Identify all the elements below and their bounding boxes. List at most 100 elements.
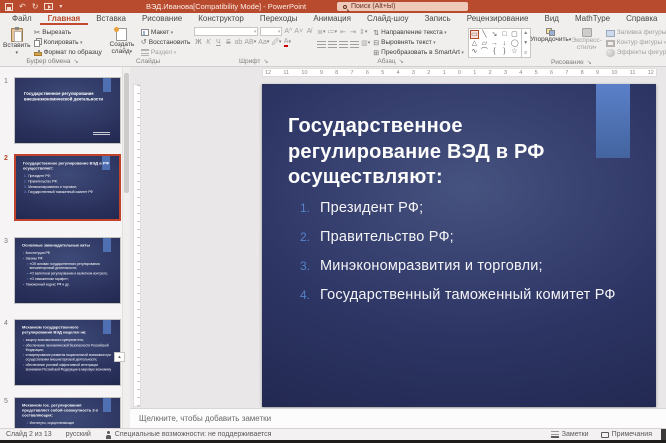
layout-button[interactable]: Макет [141,28,191,37]
paste-button[interactable]: Вставить [3,27,31,57]
shape-icon[interactable]: ╲ [481,31,488,38]
accessibility-indicator[interactable]: Специальные возможности: не поддерживает… [105,431,272,439]
underline-button[interactable]: Ч [214,38,222,47]
paragraph-dialog-launcher-icon[interactable]: ↘ [399,58,404,65]
increase-indent-button[interactable]: ⇥ [349,28,357,37]
change-case-button[interactable]: Аа [258,38,269,47]
copy-button[interactable]: Копировать [34,38,102,47]
thumbnail-scrollbar[interactable] [122,67,130,428]
notes-toggle-button[interactable]: Заметки [551,431,589,438]
tab-анимация[interactable]: Анимация [305,13,359,25]
format-painter-button[interactable]: Формат по образцу [34,48,102,57]
thumbnail-scroll-button[interactable]: ▴ [114,352,125,362]
shape-fill-button[interactable]: Заливка фигуры [606,28,666,37]
shape-icon[interactable]: ∿ [471,48,478,55]
shrink-font-button[interactable]: А˅ [294,27,303,36]
slide-list-item[interactable]: 3.Минэкономразвития и торговли; [300,258,640,274]
redo-icon[interactable]: ↻ [32,3,39,11]
notes-pane[interactable]: Щелкните, чтобы добавить заметки [130,408,666,428]
arrange-button[interactable]: Упорядочить [534,27,568,44]
tab-запись[interactable]: Запись [416,13,458,25]
align-left-button[interactable] [317,41,326,48]
tab-рецензирование[interactable]: Рецензирование [459,13,537,25]
align-text-button[interactable]: ⊟Выровнять текст [373,38,464,47]
shapes-gallery-scroll[interactable]: ▲▼≡ [521,29,530,57]
columns-button[interactable]: ▥ [361,39,370,48]
shape-icon[interactable]: → [491,40,498,47]
italic-button[interactable]: К [204,38,212,47]
quick-styles-button[interactable]: Экспресс-стили [571,27,603,52]
shape-icon[interactable]: ⌒ [481,48,488,55]
shape-icon[interactable]: ▢ [511,31,518,38]
tab-вставка[interactable]: Вставка [88,13,134,25]
shape-icon[interactable]: { [491,48,498,55]
save-icon[interactable] [5,3,13,11]
shape-effects-button[interactable]: Эффекты фигуры [606,48,666,57]
align-center-button[interactable] [328,41,337,48]
font-name-combobox[interactable] [194,27,258,36]
clipboard-dialog-launcher-icon[interactable]: ↘ [74,58,79,65]
section-button[interactable]: Раздел [141,48,191,57]
numbering-button[interactable]: ≔ [328,28,338,37]
bold-button[interactable]: Ж [194,38,202,47]
tab-переходы[interactable]: Переходы [252,13,306,25]
tab-рисование[interactable]: Рисование [134,13,190,25]
tab-главная[interactable]: Главная [40,13,89,25]
shape-outline-button[interactable]: Контур фигуры [606,38,666,47]
bullets-button[interactable]: ≣ [317,28,325,37]
tab-файл[interactable]: Файл [4,13,40,25]
font-color-button[interactable]: А [283,38,291,47]
tab-конструктор[interactable]: Конструктор [190,13,252,25]
undo-icon[interactable]: ↶ [19,3,26,11]
shape-icon[interactable]: } [501,48,508,55]
new-slide-button[interactable]: Создать слайд [106,27,138,56]
character-spacing-button[interactable]: АВ [244,38,256,47]
slide-thumbnail-1[interactable]: 1Государственное регулирование внешнеэко… [14,77,121,144]
align-right-button[interactable] [339,41,348,48]
slide-thumbnail-5[interactable]: 5Механизм гос. регулирования представляе… [14,397,121,428]
justify-button[interactable] [350,41,359,48]
line-spacing-button[interactable]: ⇕ [359,28,367,37]
qat-customize-icon[interactable]: ▾ [59,4,62,10]
tab-слайд-шоу[interactable]: Слайд-шоу [359,13,416,25]
shape-icon[interactable]: ☆ [511,48,518,55]
slide-list-item[interactable]: 2.Правительство РФ; [300,229,640,245]
tab-mathtype[interactable]: MathType [567,13,618,25]
grow-font-button[interactable]: А^ [284,27,292,36]
clear-formatting-button[interactable]: А̸ [305,27,313,36]
start-slideshow-icon[interactable] [44,3,53,10]
text-shadow-button[interactable]: ab [234,38,242,47]
highlight-color-button[interactable]: 🖉 [271,38,281,47]
reset-button[interactable]: ↺Восстановить [141,38,191,47]
shape-icon[interactable]: ↘ [491,31,498,38]
language-indicator[interactable]: русский [66,431,91,438]
drawing-dialog-launcher-icon[interactable]: ↘ [587,59,592,66]
slide-thumbnail-3[interactable]: 3Основные законодательные акты•Конституц… [14,237,121,304]
tab-справка[interactable]: Справка [618,13,665,25]
comments-toggle-button[interactable]: Примечания [601,431,652,438]
shape-icon[interactable]: □ [501,31,508,38]
font-size-combobox[interactable] [260,27,282,36]
tab-вид[interactable]: Вид [536,13,566,25]
slide-list-item[interactable]: 1.Президент РФ; [300,200,640,216]
slide-thumbnail-2[interactable]: 2Государственное регулирование ВЭД в РФ … [14,154,121,221]
cut-button[interactable]: ✂Вырезать [34,28,102,37]
decrease-indent-button[interactable]: ⇤ [339,28,347,37]
shapes-gallery[interactable]: ▭╲↘□▢ △▱→↓◯ ∿⌒{}☆ ▲▼≡ [468,28,531,58]
text-direction-button[interactable]: ⇅Направление текста [373,28,464,37]
search-box[interactable]: Поиск (Alt+Ы) [337,2,468,11]
shape-icon[interactable]: ◯ [511,40,519,47]
convert-smartart-button[interactable]: ⊞Преобразовать в SmartArt [373,48,464,57]
current-slide[interactable]: Государственное регулирование ВЭД в РФ о… [262,84,656,407]
slide-thumbnail-4[interactable]: 4Механизм государственного регулирования… [14,319,121,386]
slide-list-item[interactable]: 4.Государственный таможенный комитет РФ [300,287,640,303]
shape-icon[interactable]: ↓ [501,40,508,47]
font-dialog-launcher-icon[interactable]: ↘ [263,58,268,65]
strikethrough-button[interactable]: S [224,38,232,47]
slide-body-textbox[interactable]: 1.Президент РФ; 2.Правительство РФ; 3.Минэ… [300,200,640,316]
shape-icon[interactable]: △ [471,40,478,47]
slide-title-textbox[interactable]: Государственное регулирование ВЭД в РФ о… [288,114,618,191]
shape-icon[interactable]: ▱ [481,40,488,47]
slide-number-indicator[interactable]: Слайд 2 из 13 [6,431,52,438]
shape-icon[interactable]: ▭ [471,31,478,38]
